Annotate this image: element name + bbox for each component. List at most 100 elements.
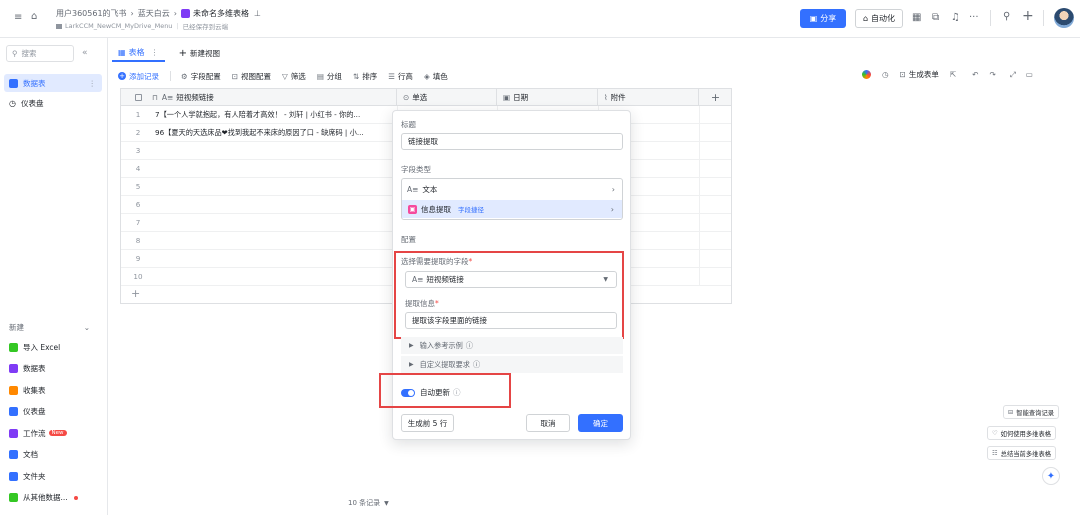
pin-icon[interactable]: ⊥ bbox=[254, 9, 261, 18]
sidebar-new-item[interactable]: 数据表 bbox=[4, 360, 102, 378]
sidebar-item-dashboard[interactable]: ◷ 仪表盘 bbox=[4, 94, 102, 112]
row-number: 9 bbox=[135, 254, 141, 263]
filter-icon: ▽ bbox=[282, 71, 288, 81]
title-input[interactable]: 链接提取 bbox=[401, 133, 623, 150]
breadcrumb-folder[interactable]: 蓝天白云 bbox=[138, 8, 170, 19]
search-input[interactable]: ⚲ 搜索 bbox=[6, 45, 74, 62]
smart-query-button[interactable]: ⊟ 智能查询记录 bbox=[1003, 405, 1060, 419]
home-icon[interactable]: ⌂ bbox=[31, 11, 37, 22]
summary-icon: ☷ bbox=[992, 449, 998, 457]
cancel-label: 取消 bbox=[540, 418, 556, 428]
more-options-icon[interactable]: ⋮ bbox=[151, 48, 159, 57]
menu-icon[interactable]: ≡ bbox=[14, 12, 22, 23]
summarize-button[interactable]: ☷ 总结当前多维表格 bbox=[987, 446, 1057, 460]
record-count-label: 10 条记录 bbox=[348, 499, 381, 507]
expand-icon[interactable]: ⤢ bbox=[1010, 70, 1016, 80]
cell-link-value[interactable]: 7【一个人学就抱起，有人陪着才高效！ - 刘轩 | 小红书 - 你的... bbox=[155, 110, 391, 120]
row-number: 5 bbox=[135, 182, 141, 191]
info-icon: ⓘ bbox=[472, 359, 481, 369]
column-label: 单选 bbox=[412, 93, 428, 102]
sidebar-new-item[interactable]: 从其他数据... bbox=[4, 489, 102, 507]
new-view-button[interactable]: + 新建视图 bbox=[179, 48, 220, 59]
group-button[interactable]: ▤ 分组 bbox=[317, 71, 342, 82]
excel-icon bbox=[9, 342, 18, 352]
more-icon[interactable]: ··· bbox=[969, 12, 979, 23]
copy-icon[interactable]: ⧉ bbox=[932, 12, 939, 23]
example-label: 输入参考示例 bbox=[419, 340, 463, 350]
sidebar-new-item-label: 文档 bbox=[23, 450, 38, 459]
bell-icon[interactable]: ♫ bbox=[951, 12, 960, 23]
select-all-checkbox[interactable] bbox=[135, 94, 142, 101]
generate-preview-label: 生成前 5 行 bbox=[407, 418, 448, 428]
share-view-icon[interactable]: ⇱ bbox=[950, 70, 956, 79]
row-height-button[interactable]: ☰ 行高 bbox=[388, 71, 413, 82]
sidebar-new-item-label: 收集表 bbox=[23, 385, 46, 395]
field-type-extract-option[interactable]: ▣ 信息提取 字段捷径 › bbox=[402, 200, 622, 218]
field-config-label: 字段配置 bbox=[190, 71, 221, 81]
add-record-button[interactable]: + 添加记录 bbox=[118, 71, 159, 82]
generate-form-button[interactable]: ⊡ 生成表单 bbox=[900, 69, 939, 80]
field-type-text-label: 文本 bbox=[422, 184, 438, 194]
share-button[interactable]: ▣ 分享 bbox=[800, 9, 846, 28]
sidebar-new-item[interactable]: 文档 bbox=[4, 446, 102, 464]
tab-table[interactable]: ▦ 表格 ⋮ bbox=[112, 44, 165, 62]
generate-preview-button[interactable]: 生成前 5 行 bbox=[401, 414, 454, 432]
calendar-icon: ▣ bbox=[503, 93, 511, 102]
template-icon[interactable]: ▦ bbox=[912, 12, 921, 23]
confirm-button[interactable]: 确定 bbox=[578, 414, 623, 432]
view-config-button[interactable]: ⊡ 视图配置 bbox=[232, 71, 271, 82]
add-row-button[interactable]: + bbox=[131, 287, 140, 300]
column-header-attachment[interactable]: ⌇ 附件 bbox=[598, 89, 699, 106]
doc-title[interactable]: 未命名多维表格 bbox=[193, 8, 249, 19]
sidebar-new-item[interactable]: 工作流 New bbox=[4, 424, 102, 442]
sidebar-new-item[interactable]: 收集表 bbox=[4, 381, 102, 399]
column-header-single-select[interactable]: ⊙ 单选 bbox=[397, 89, 497, 106]
generate-form-label: 生成表单 bbox=[908, 70, 939, 79]
redo-icon[interactable]: ↷ bbox=[989, 70, 995, 79]
divider bbox=[990, 10, 991, 26]
import-icon bbox=[9, 493, 18, 502]
cell-link-value[interactable]: 96【夏天的天选床品❤找到我起不来床的原因了口 - 缺席码 | 小... bbox=[155, 128, 391, 138]
example-collapse[interactable]: ▶ 输入参考示例 ⓘ bbox=[401, 337, 623, 354]
breadcrumb-user[interactable]: 用户360561的飞书 bbox=[56, 8, 127, 19]
lock-icon: ⊓ bbox=[152, 93, 158, 102]
undo-icon[interactable]: ↶ bbox=[972, 70, 978, 79]
divider bbox=[1043, 10, 1044, 26]
comment-icon[interactable]: ▭ bbox=[1026, 70, 1033, 79]
automation-button[interactable]: ⌂ 自动化 bbox=[855, 9, 903, 28]
cell-divider bbox=[699, 232, 700, 250]
field-type-text-option[interactable]: A≡ 文本 › bbox=[401, 180, 623, 198]
folder-icon bbox=[56, 23, 62, 29]
field-config-button[interactable]: ⚙ 字段配置 bbox=[181, 71, 221, 82]
text-field-icon: A≡ bbox=[161, 93, 174, 102]
history-icon[interactable]: ◷ bbox=[882, 70, 889, 79]
column-header-date[interactable]: ▣ 日期 bbox=[497, 89, 598, 106]
filter-button[interactable]: ▽ 筛选 bbox=[282, 71, 306, 82]
sidebar-item-datatable[interactable]: 数据表 ⋮ bbox=[4, 74, 102, 92]
cancel-button[interactable]: 取消 bbox=[526, 414, 570, 432]
sidebar-new-item[interactable]: 文件夹 bbox=[4, 467, 102, 485]
sidebar-new-item[interactable]: 导入 Excel bbox=[4, 338, 102, 356]
how-to-button[interactable]: ♡ 如何使用多维表格 bbox=[987, 426, 1057, 440]
sidebar-new-item-label: 导入 Excel bbox=[23, 342, 61, 352]
top-bar: ≡ ⌂ 用户360561的飞书 › 蓝天白云 › 未命名多维表格 ⊥ LarkC… bbox=[0, 0, 1080, 38]
record-count[interactable]: 10 条记录 ▼ bbox=[348, 498, 389, 508]
highlight-box-config bbox=[394, 251, 624, 339]
sort-button[interactable]: ⇅ 排序 bbox=[353, 71, 377, 82]
sidebar-new-item[interactable]: 仪表盘 bbox=[4, 403, 102, 421]
ai-assistant-button[interactable]: ✦ bbox=[1042, 467, 1060, 485]
fill-color-button[interactable]: ◈ 填色 bbox=[424, 71, 448, 82]
search-icon[interactable]: ⚲ bbox=[1003, 11, 1010, 22]
path-text[interactable]: LarkCCM_NewCM_MyDrive_Menu bbox=[65, 22, 172, 30]
new-section-header[interactable]: 新建 ⌄ bbox=[4, 318, 102, 336]
add-icon[interactable]: + bbox=[1022, 8, 1034, 24]
cell-divider bbox=[699, 268, 700, 286]
collapse-sidebar-icon[interactable]: « bbox=[82, 48, 88, 58]
more-options-icon[interactable]: ⋮ bbox=[89, 79, 97, 88]
add-column-button[interactable]: + bbox=[699, 89, 732, 106]
ai-icon[interactable] bbox=[862, 70, 871, 79]
column-label: 日期 bbox=[513, 93, 529, 102]
column-header-link[interactable]: ⊓ A≡ 短视频链接 bbox=[121, 89, 397, 106]
custom-requirement-collapse[interactable]: ▶ 自定义提取要求 ⓘ bbox=[401, 356, 623, 373]
avatar[interactable] bbox=[1054, 8, 1074, 28]
